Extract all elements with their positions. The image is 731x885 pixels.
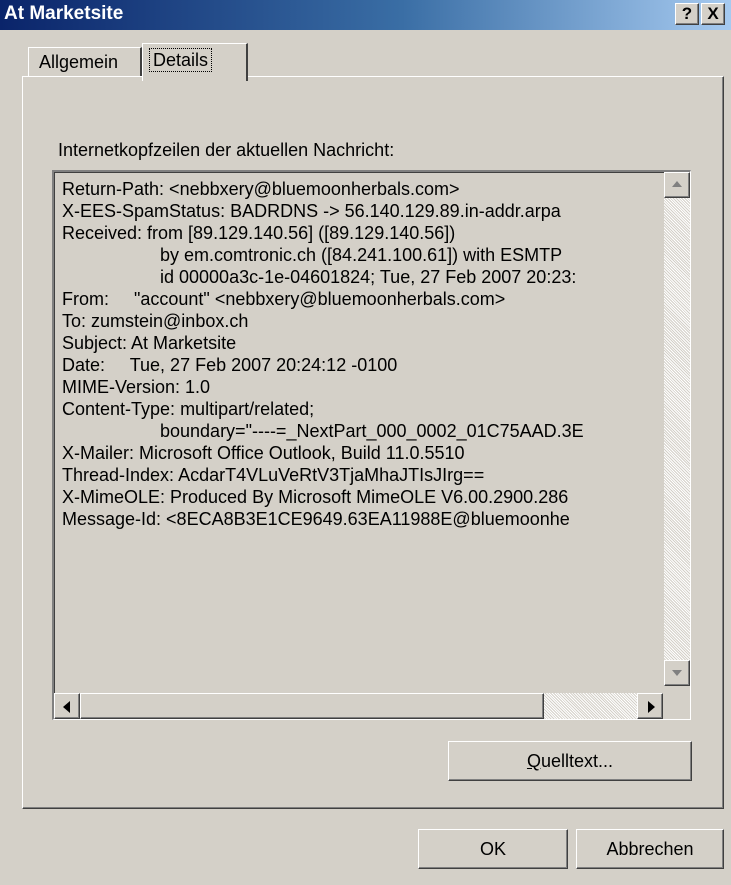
source-text-accel: Q <box>526 751 541 771</box>
header-line: by em.comtronic.ch ([84.241.100.61]) wit… <box>160 245 563 265</box>
tab-details-label: Details <box>149 48 213 72</box>
header-line: Message-Id: <8ECA8B3E1CE9649.63EA11988E@… <box>62 509 570 529</box>
header-line: From: "account" <nebbxery@bluemoonherbal… <box>62 289 506 309</box>
arrow-right-icon <box>648 701 655 713</box>
header-line: Thread-Index: AcdarT4VLuVeRtV3TjaMhaJTIs… <box>62 465 485 485</box>
header-line: Date: Tue, 27 Feb 2007 20:24:12 -0100 <box>62 355 398 375</box>
tab-allgemein-label: Allgemein <box>39 52 119 72</box>
scroll-corner <box>664 693 690 719</box>
scroll-right-button[interactable] <box>637 693 663 719</box>
headers-text[interactable]: Return-Path: <nebbxery@bluemoonherbals.c… <box>62 178 660 678</box>
window-title: At Marketsite <box>4 3 124 24</box>
horizontal-scrollbar[interactable] <box>54 693 663 719</box>
source-text-label: uelltext... <box>540 751 614 771</box>
horizontal-scroll-thumb[interactable] <box>80 693 544 719</box>
title-bar[interactable]: At Marketsite ? X <box>0 0 731 30</box>
header-line: id 00000a3c-1e-04601824; Tue, 27 Feb 200… <box>160 267 577 287</box>
ok-button[interactable]: OK <box>418 829 568 869</box>
header-line: Received: from [89.129.140.56] ([89.129.… <box>62 223 456 243</box>
arrow-up-icon <box>672 181 682 187</box>
header-line: X-EES-SpamStatus: BADRDNS -> 56.140.129.… <box>62 201 561 221</box>
source-text-button[interactable]: Quelltext... <box>448 741 692 781</box>
scroll-left-button[interactable] <box>54 693 80 719</box>
cancel-button[interactable]: Abbrechen <box>576 829 724 869</box>
header-line: X-MimeOLE: Produced By Microsoft MimeOLE… <box>62 487 569 507</box>
header-line: X-Mailer: Microsoft Office Outlook, Buil… <box>62 443 465 463</box>
scroll-up-button[interactable] <box>664 172 690 198</box>
header-line: To: zumstein@inbox.ch <box>62 311 249 331</box>
headers-label: Internetkopfzeilen der aktuellen Nachric… <box>58 140 395 160</box>
arrow-left-icon <box>63 701 70 713</box>
header-line: MIME-Version: 1.0 <box>62 377 211 397</box>
help-button[interactable]: ? <box>675 3 699 25</box>
tab-allgemein[interactable]: Allgemein <box>28 47 142 77</box>
header-line: Return-Path: <nebbxery@bluemoonherbals.c… <box>62 179 460 199</box>
header-line: Subject: At Marketsite <box>62 333 237 353</box>
header-line: boundary="----=_NextPart_000_0002_01C75A… <box>160 421 584 441</box>
scroll-down-button[interactable] <box>664 660 690 686</box>
arrow-down-icon <box>672 670 682 676</box>
vertical-scrollbar[interactable] <box>664 172 690 686</box>
header-line: Content-Type: multipart/related; <box>62 399 315 419</box>
tab-details[interactable]: Details <box>142 43 248 81</box>
headers-textbox[interactable]: Return-Path: <nebbxery@bluemoonherbals.c… <box>52 170 691 720</box>
close-button[interactable]: X <box>701 3 725 25</box>
